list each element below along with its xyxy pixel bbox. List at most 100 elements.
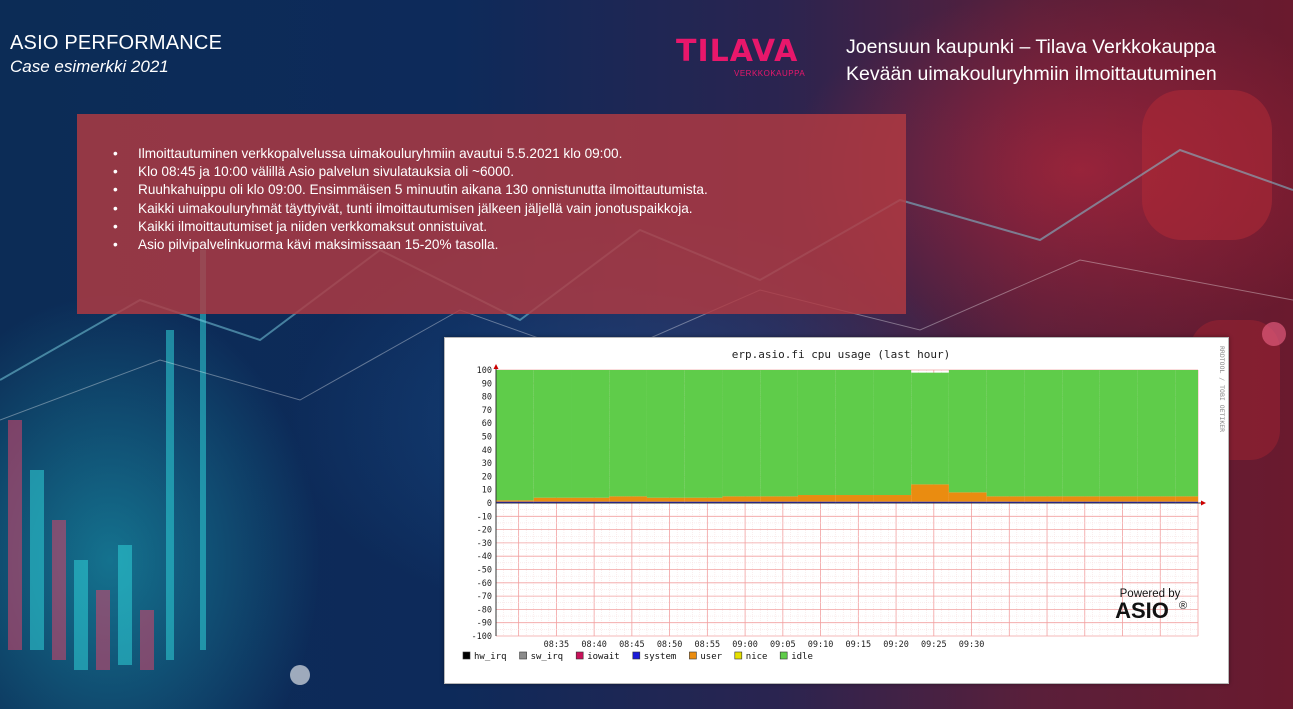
y-tick-label: -60: [477, 579, 492, 589]
area-idle: [948, 370, 987, 493]
y-tick-label: -100: [472, 632, 492, 642]
bullet-icon: •: [113, 146, 118, 161]
area-user: [571, 497, 610, 502]
area-idle: [571, 370, 610, 498]
list-item: • Asio pilvipalvelinkuorma kävi maksimiss…: [113, 236, 708, 254]
area-user: [948, 492, 987, 502]
x-tick-label: 09:30: [959, 640, 985, 650]
area-idle: [1137, 370, 1176, 497]
legend-label: iowait: [587, 652, 620, 662]
y-tick-label: 70: [482, 406, 492, 416]
chart-legend: hw_irq sw_irq iowait system user nice idle: [462, 651, 813, 662]
area-user: [1099, 496, 1138, 502]
area-user: [1175, 496, 1198, 502]
y-tick-label: 0: [487, 499, 492, 509]
area-idle: [1062, 370, 1100, 497]
area-user: [1062, 496, 1100, 502]
y-axis-arrow: [493, 364, 499, 369]
cpu-usage-chart: erp.asio.fi cpu usage (last hour) RRDTOO…: [444, 337, 1229, 684]
legend-label: user: [700, 652, 722, 662]
area-idle: [533, 370, 572, 498]
y-tick-label: 90: [482, 379, 492, 389]
area-user: [684, 497, 723, 502]
area-idle: [1099, 370, 1138, 497]
area-user: [722, 496, 761, 502]
y-tick-label: -70: [477, 592, 492, 602]
x-axis-arrow: [1201, 500, 1206, 506]
x-tick-label: 08:55: [695, 640, 721, 650]
y-tick-label: 40: [482, 446, 492, 456]
area-idle: [986, 370, 1025, 497]
legend-swatch: [779, 651, 788, 660]
legend-label: system: [644, 652, 677, 662]
legend-label: sw_irq: [531, 652, 564, 662]
area-user: [873, 495, 912, 502]
area-user: [1137, 496, 1176, 502]
legend-swatch: [462, 651, 471, 660]
y-tick-label: 50: [482, 433, 492, 443]
area-idle: [646, 370, 685, 498]
bullet-text: Kaikki ilmoittautumiset ja niiden verkko…: [138, 218, 488, 234]
y-tick-label: -10: [477, 512, 492, 522]
legend-swatch: [632, 651, 641, 660]
header-left: ASIO PERFORMANCE Case esimerkki 2021: [10, 32, 222, 77]
x-tick-label: 08:45: [619, 640, 645, 650]
x-tick-label: 09:05: [770, 640, 796, 650]
y-tick-label: 10: [482, 486, 492, 496]
area-idle: [911, 372, 949, 485]
list-item: • Ilmoittautuminen verkkopalvelussa uimak…: [113, 145, 708, 163]
area-user: [835, 495, 874, 502]
x-tick-label: 09:25: [921, 640, 947, 650]
area-idle: [797, 370, 836, 496]
area-idle: [1175, 370, 1198, 497]
list-item: • Ruuhkahuippu oli klo 09:00. Ensimmäisen…: [113, 181, 708, 199]
y-tick-label: -40: [477, 552, 492, 562]
legend-swatch: [734, 651, 743, 660]
bullet-text: Asio pilvipalvelinkuorma kävi maksimissa…: [138, 237, 499, 253]
y-tick-label: -90: [477, 619, 492, 629]
list-item: • Kaikki ilmoittautumiset ja niiden verkk…: [113, 218, 708, 236]
logo-subtext: VERKKOKAUPPA: [734, 69, 806, 78]
bullet-text: Kaikki uimakouluryhmät täyttyivät, tunti…: [138, 200, 693, 216]
area-idle: [722, 370, 761, 497]
tilava-logo: TILAVA VERKKOKAUPPA: [676, 34, 836, 94]
area-idle: [609, 370, 647, 497]
area-idle: [496, 370, 534, 501]
bullet-text: Klo 08:45 ja 10:00 välillä Asio palvelun…: [138, 164, 514, 180]
y-tick-label: -50: [477, 566, 492, 576]
logo-text: TILAVA: [676, 34, 799, 69]
header-right: Joensuun kaupunki – Tilava Verkkokauppa …: [846, 34, 1217, 88]
bullet-list: • Ilmoittautuminen verkkopalvelussa uimak…: [113, 145, 708, 254]
list-item: • Kaikki uimakouluryhmät täyttyivät, tunt…: [113, 200, 708, 218]
chart-title: erp.asio.fi cpu usage (last hour): [732, 348, 951, 361]
area-user: [533, 497, 572, 502]
legend-label: hw_irq: [474, 652, 507, 662]
x-tick-label: 09:15: [846, 640, 872, 650]
legend-swatch: [519, 651, 527, 660]
area-user: [1024, 496, 1063, 502]
y-tick-label: 20: [482, 472, 492, 482]
powered-by-logo: Powered by ASIO ®: [1115, 588, 1187, 623]
area-idle: [835, 370, 874, 496]
page-subtitle: Case esimerkki 2021: [10, 57, 169, 76]
area-user: [609, 496, 647, 502]
y-tick-label: -80: [477, 605, 492, 615]
chart-plot-area: [496, 370, 1198, 503]
bullet-icon: •: [113, 237, 118, 253]
legend-label: nice: [746, 652, 768, 662]
list-item: • Klo 08:45 ja 10:00 välillä Asio palvelu…: [113, 163, 708, 181]
area-idle: [1024, 370, 1063, 497]
asio-logo-text: ASIO: [1115, 598, 1169, 623]
x-tick-label: 09:00: [732, 640, 758, 650]
info-box: • Ilmoittautuminen verkkopalvelussa uimak…: [77, 114, 906, 314]
y-tick-label: 60: [482, 419, 492, 429]
x-tick-label: 09:10: [808, 640, 834, 650]
y-tick-label: -20: [477, 526, 492, 536]
bullet-icon: •: [113, 200, 118, 216]
bullet-icon: •: [113, 182, 118, 198]
bullet-text: Ilmoittautuminen verkkopalvelussa uimako…: [138, 146, 623, 161]
header-right-line1: Joensuun kaupunki – Tilava Verkkokauppa: [846, 36, 1216, 58]
bullet-text: Ruuhkahuippu oli klo 09:00. Ensimmäisen …: [138, 182, 708, 198]
area-user: [911, 484, 949, 502]
area-idle: [684, 370, 723, 498]
